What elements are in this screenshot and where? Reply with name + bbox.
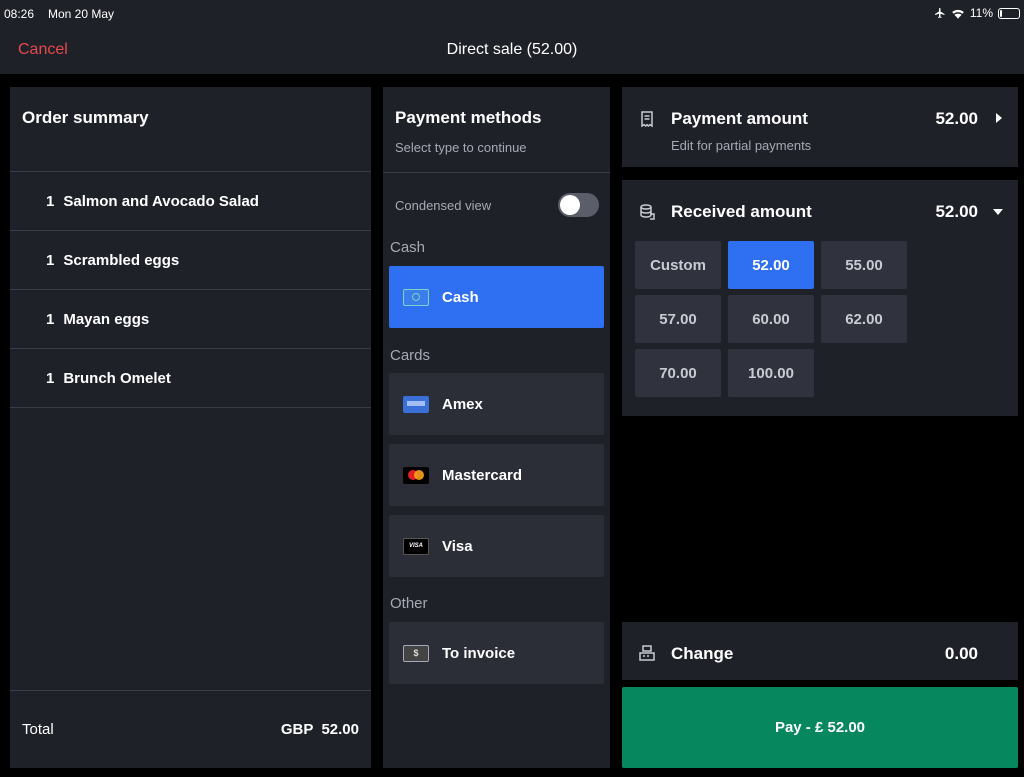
status-date: Mon 20 May (48, 7, 115, 21)
order-item[interactable]: 1 Scrambled eggs (10, 231, 371, 290)
order-item-qty: 1 (46, 192, 55, 210)
payment-methods-title: Payment methods (395, 108, 542, 127)
wifi-icon (952, 9, 964, 19)
status-bar: 08:26 Mon 20 May 11% (0, 0, 1024, 28)
cash-register-icon (639, 645, 655, 661)
payment-methods-panel: Payment methods Select type to continue … (383, 87, 610, 768)
received-amount-panel: Received amount 52.00 Custom 52.00 55.00… (622, 180, 1018, 416)
amount-option[interactable]: 52.00 (728, 241, 814, 289)
amount-option-custom[interactable]: Custom (635, 241, 721, 289)
order-item-name: Salmon and Avocado Salad (63, 192, 259, 210)
condensed-view-toggle[interactable] (558, 193, 599, 217)
order-summary-panel: Order summary 1 Salmon and Avocado Salad… (10, 87, 371, 768)
method-label: Visa (442, 537, 473, 555)
divider (383, 172, 610, 173)
receipt-icon (641, 111, 653, 128)
method-mastercard-button[interactable]: Mastercard (389, 444, 604, 506)
amount-option[interactable]: 70.00 (635, 349, 721, 397)
payment-amount-hint: Edit for partial payments (671, 138, 812, 153)
amex-card-icon (403, 395, 429, 413)
section-label-other: Other (390, 595, 428, 612)
order-item-qty: 1 (46, 310, 55, 328)
battery-icon (998, 7, 1020, 19)
page-title: Direct sale (52.00) (446, 41, 578, 58)
navbar: Cancel Direct sale (52.00) (0, 28, 1024, 74)
order-total-value: GBP 52.00 (280, 721, 359, 738)
chevron-down-icon[interactable] (993, 209, 1003, 215)
order-summary-title: Order summary (22, 108, 149, 127)
mastercard-icon (403, 466, 429, 484)
section-label-cash: Cash (390, 239, 426, 256)
invoice-icon: $ (403, 644, 429, 662)
order-item-name: Scrambled eggs (63, 251, 180, 269)
order-item-name: Brunch Omelet (63, 369, 171, 387)
toggle-knob (560, 195, 580, 215)
airplane-icon (934, 8, 945, 18)
payment-amount-value: 52.00 (935, 109, 978, 128)
order-item[interactable]: 1 Brunch Omelet (10, 349, 371, 408)
received-amount-title: Received amount (671, 202, 812, 221)
order-total: Total GBP 52.00 (10, 690, 371, 768)
payment-amount-row[interactable]: Payment amount Edit for partial payments… (622, 87, 1018, 167)
method-label: Amex (442, 395, 483, 413)
coins-icon (640, 204, 655, 220)
order-total-label: Total (22, 721, 54, 738)
amount-option[interactable]: 57.00 (635, 295, 721, 343)
pay-button[interactable]: Pay - £ 52.00 (622, 687, 1018, 768)
change-value: 0.00 (944, 644, 978, 663)
change-title: Change (671, 644, 734, 663)
method-label: Cash (442, 288, 479, 306)
method-cash-button[interactable]: Cash (389, 266, 604, 328)
received-amount-value: 52.00 (935, 202, 978, 221)
order-items-list: 1 Salmon and Avocado Salad 1 Scrambled e… (10, 171, 371, 408)
order-item[interactable]: 1 Mayan eggs (10, 290, 371, 349)
order-item-qty: 1 (46, 369, 55, 387)
method-visa-button[interactable]: VISA Visa (389, 515, 604, 577)
amount-option[interactable]: 62.00 (821, 295, 907, 343)
change-row: Change 0.00 (622, 622, 1018, 680)
battery-percent: 11% (969, 6, 993, 20)
visa-icon: VISA (403, 537, 429, 555)
order-item-name: Mayan eggs (63, 310, 150, 328)
amount-option[interactable]: 60.00 (728, 295, 814, 343)
condensed-view-label: Condensed view (395, 198, 492, 213)
order-item-qty: 1 (46, 251, 55, 269)
amount-option[interactable]: 55.00 (821, 241, 907, 289)
amount-option[interactable]: 100.00 (728, 349, 814, 397)
chevron-right-icon[interactable] (996, 113, 1002, 123)
section-label-cards: Cards (390, 347, 431, 364)
order-item[interactable]: 1 Salmon and Avocado Salad (10, 172, 371, 231)
payment-amount-title: Payment amount (671, 109, 808, 128)
status-indicators: 11% (934, 6, 1020, 20)
status-time: 08:26 (4, 7, 35, 21)
method-invoice-button[interactable]: $ To invoice (389, 622, 604, 684)
payment-methods-subtitle: Select type to continue (395, 140, 527, 155)
method-label: Mastercard (442, 466, 523, 484)
method-amex-button[interactable]: Amex (389, 373, 604, 435)
cash-icon (403, 288, 429, 306)
method-label: To invoice (442, 644, 516, 662)
